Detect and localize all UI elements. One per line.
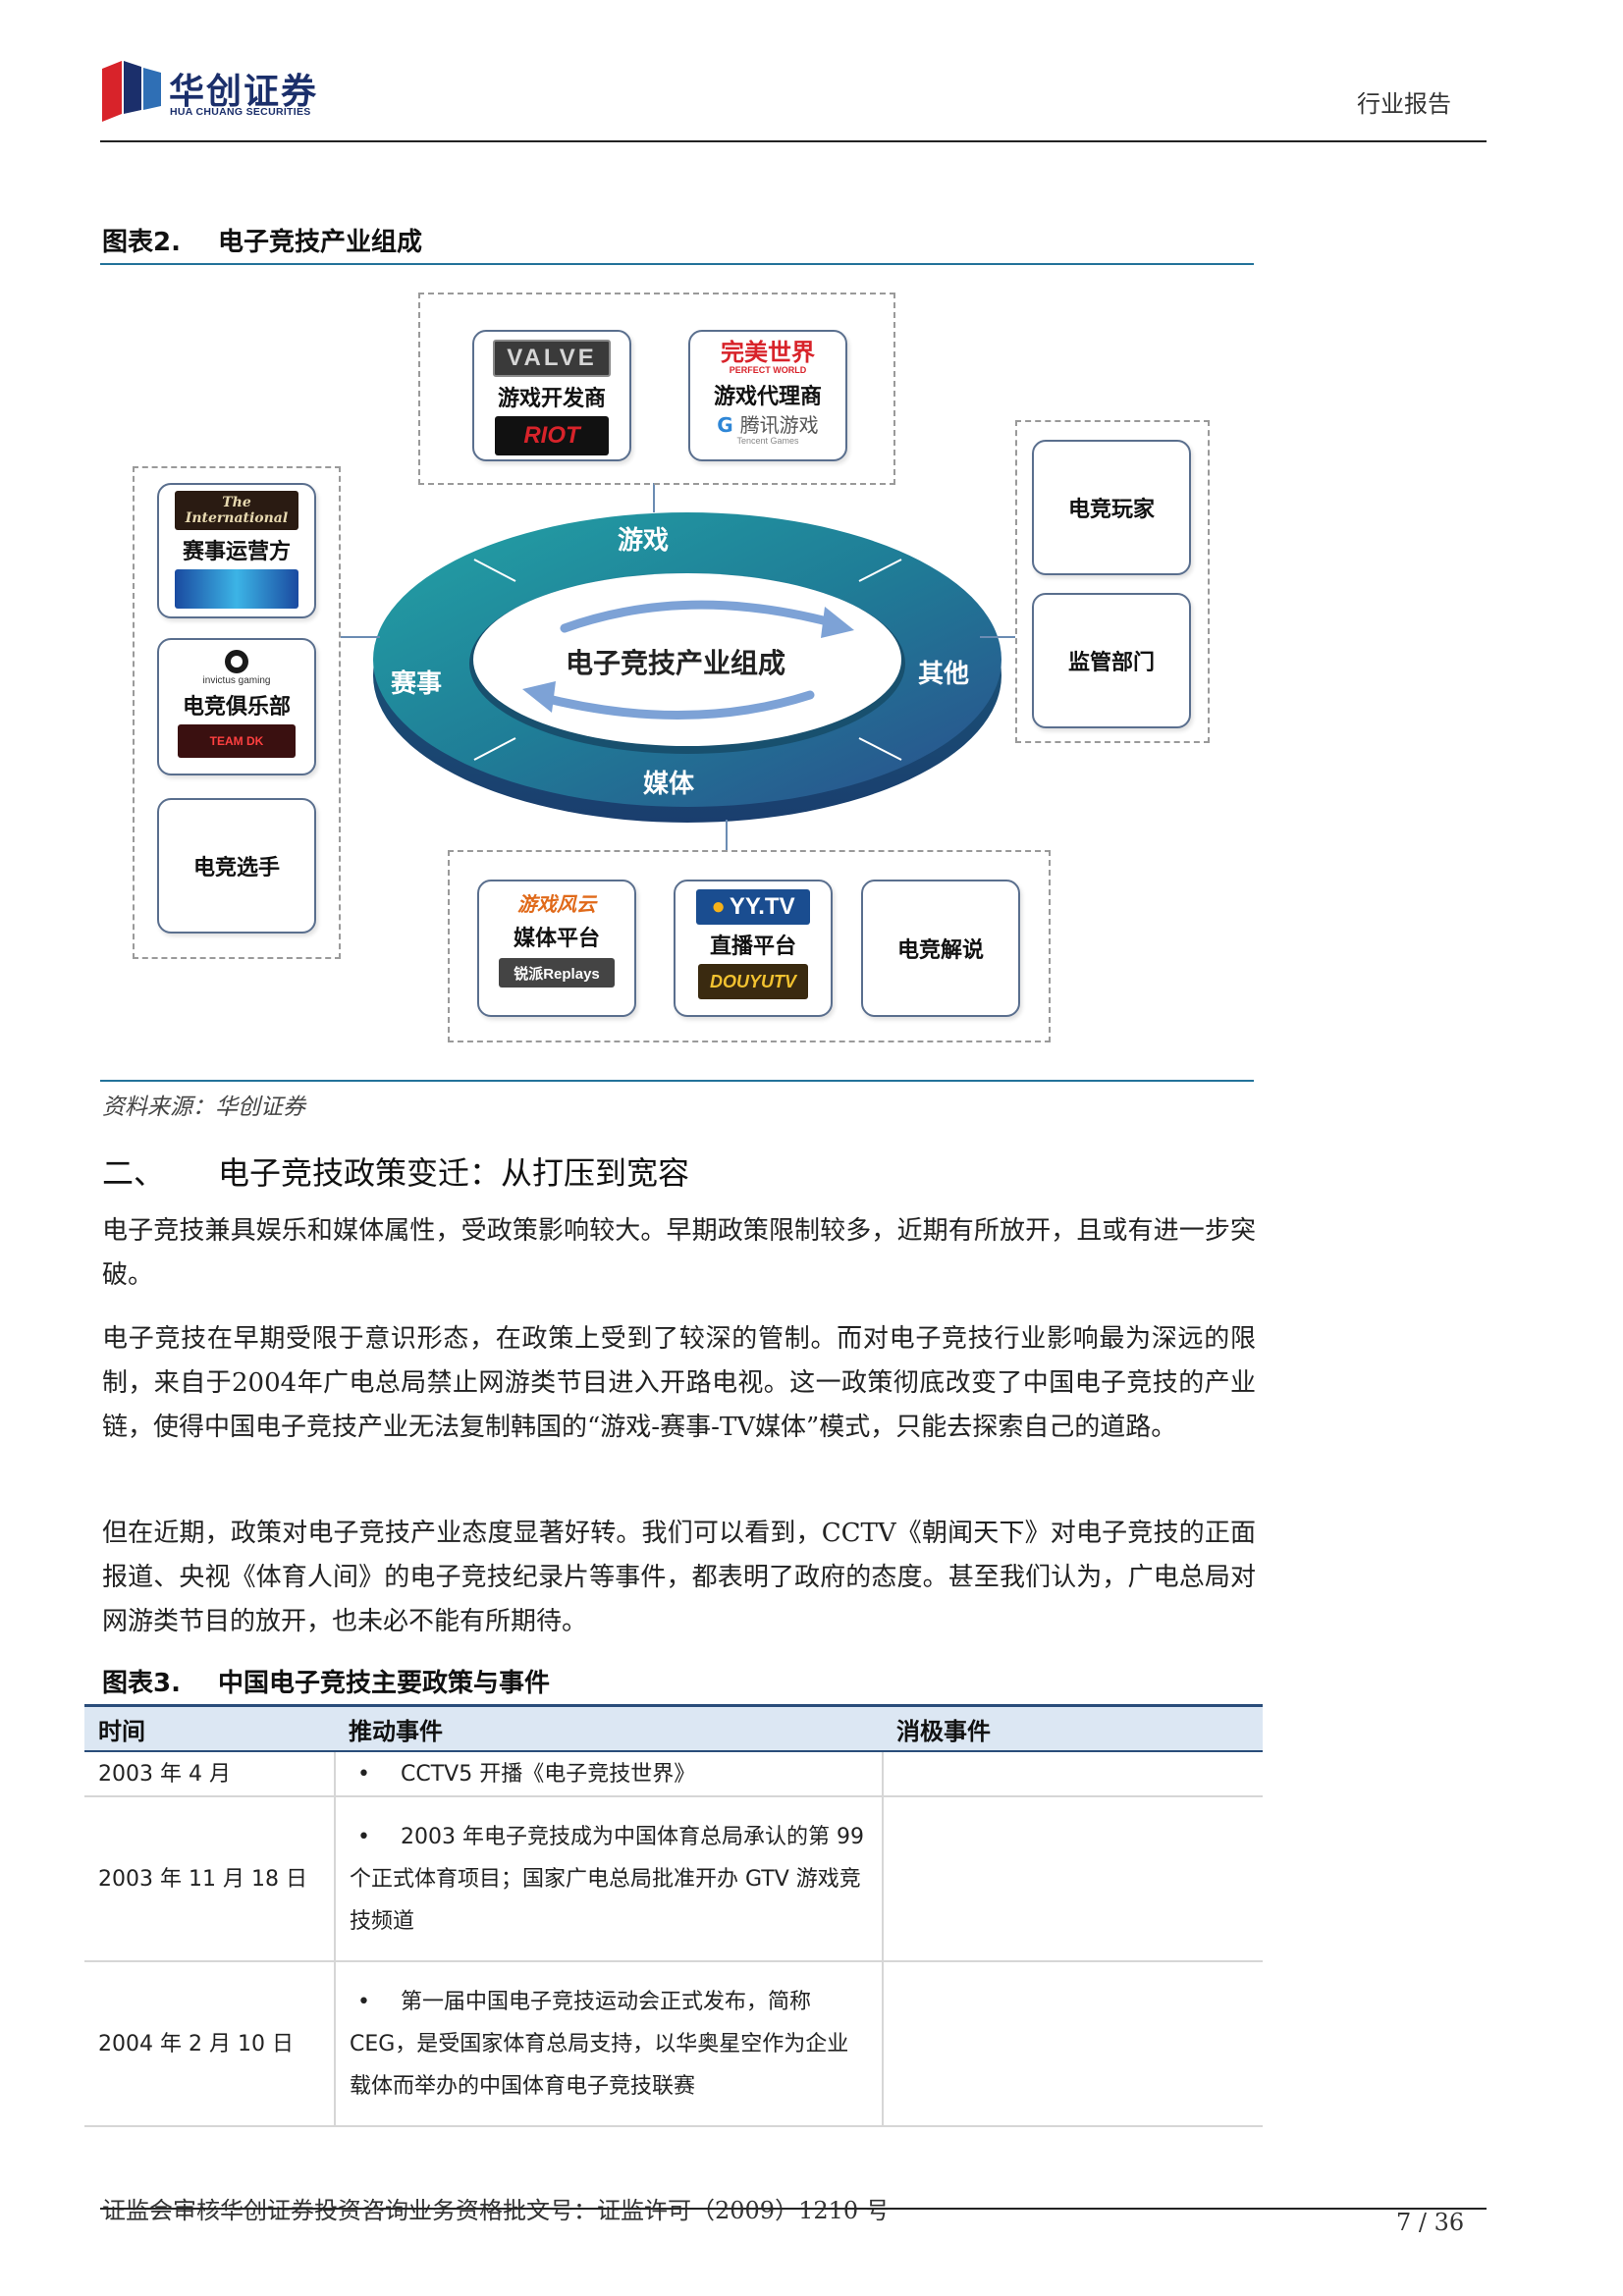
section2-number: 二、 — [102, 1154, 166, 1192]
esports-player-label: 电竞选手 — [192, 856, 280, 881]
cell-positive-text: CCTV5 开播《电子竞技世界》 — [401, 1761, 696, 1787]
column-header-positive: 推动事件 — [335, 1704, 883, 1752]
yytv-logo-text: YY.TV — [729, 893, 795, 920]
invictus-gaming-logo-text: invictus gaming — [202, 675, 271, 686]
event-operator-label: 赛事运营方 — [182, 540, 291, 564]
invictus-gaming-logo-icon — [225, 650, 248, 673]
game-developer-card: VALVE 游戏开发商 RIOT — [472, 330, 631, 461]
column-header-date: 时间 — [84, 1704, 335, 1752]
esports-gamer-label: 电竞玩家 — [1067, 498, 1155, 522]
company-logo-subtext: HUA CHUANG SECURITIES — [170, 106, 311, 118]
table-row: 2003 年 4 月 • CCTV5 开播《电子竞技世界》 — [84, 1751, 1263, 1797]
header-divider — [100, 140, 1487, 142]
cell-positive-text: 第一届中国电子竞技运动会正式发布，简称 CEG，是受国家体育总局支持，以华奥星空… — [350, 1989, 849, 2099]
cell-negative — [883, 1961, 1263, 2127]
paragraph: 电子竞技兼具娱乐和媒体属性，受政策影响较大。早期政策限制较多，近期有所放开，且或… — [102, 1216, 1256, 1290]
ring-segment-other: 其他 — [918, 660, 970, 689]
cell-date: 2003 年 11 月 18 日 — [84, 1796, 336, 1962]
connector-bottom — [726, 820, 728, 852]
page-number: 7 / 36 — [1396, 2209, 1465, 2236]
game-developer-label: 游戏开发商 — [497, 387, 606, 411]
esports-gamer-card: 电竞玩家 — [1032, 440, 1191, 575]
game-publisher-card: 完美世界 PERFECT WORLD 游戏代理商 G 腾讯游戏 Tencent … — [688, 330, 847, 461]
commentator-label: 电竞解说 — [896, 938, 984, 963]
connector-left — [341, 636, 380, 638]
commentator-card: 电竞解说 — [861, 880, 1020, 1017]
riot-logo-icon: RIOT — [495, 416, 609, 455]
media-platform-label: 媒体平台 — [513, 927, 600, 951]
report-type-label: 行业报告 — [1357, 90, 1451, 118]
figure2-title: 电子竞技产业组成 — [218, 228, 423, 257]
cell-negative — [883, 1751, 1263, 1797]
paragraph: 但在近期，政策对电子竞技产业态度显著好转。我们可以看到，CCTV《朝闻天下》对电… — [102, 1519, 1256, 1636]
ring-segment-event: 赛事 — [391, 669, 443, 699]
regulator-card: 监管部门 — [1032, 593, 1191, 728]
esports-club-card: invictus gaming 电竞俱乐部 TEAM DK — [157, 638, 316, 775]
figure2-number: 图表2. — [102, 228, 181, 257]
figure2-bottom-rule — [100, 1080, 1254, 1082]
section2-title: 电子竞技政策变迁：从打压到宽容 — [218, 1154, 690, 1192]
streaming-platform-card: ● YY.TV 直播平台 DOUYUTV — [674, 880, 833, 1017]
figure2-source: 资料来源：华创证券 — [102, 1095, 305, 1120]
tencent-games-logo-subtext: Tencent Games — [736, 436, 799, 446]
game-publisher-label: 游戏代理商 — [713, 385, 822, 409]
event-operator-card: The International 赛事运营方 — [157, 483, 316, 618]
ring-center-label: 电子竞技产业组成 — [566, 647, 786, 679]
esports-player-card: 电竞选手 — [157, 798, 316, 934]
figure3-number: 图表3. — [102, 1669, 181, 1698]
paragraph: 电子竞技在早期受限于意识形态，在政策上受到了较深的管制。而对电子竞技行业影响最为… — [102, 1324, 1256, 1442]
bullet-icon: • — [357, 1761, 370, 1787]
table-row: 2003 年 11 月 18 日 • 2003 年电子竞技成为中国体育总局承认的第… — [84, 1796, 1263, 1962]
gamefy-logo-icon: 游戏风云 — [517, 892, 596, 916]
section2-heading: 二、 电子竞技政策变迁：从打压到宽容 — [102, 1148, 689, 1194]
connector-top — [653, 483, 655, 512]
table-row: 2004 年 2 月 10 日 • 第一届中国电子竞技运动会正式发布，简称 CEG… — [84, 1961, 1263, 2127]
replays-logo-icon: 锐派Replays — [499, 958, 615, 988]
valve-logo-icon: VALVE — [493, 340, 611, 377]
table-header-row: 时间 推动事件 消极事件 — [84, 1704, 1263, 1752]
cell-negative — [883, 1796, 1263, 1962]
cell-date: 2004 年 2 月 10 日 — [84, 1961, 336, 2127]
douyu-logo-icon: DOUYUTV — [698, 964, 808, 999]
figure3-caption: 图表3. 中国电子竞技主要政策与事件 — [102, 1663, 550, 1699]
esports-club-label: 电竞俱乐部 — [182, 695, 291, 720]
the-international-logo-icon: The International — [175, 491, 298, 530]
event-stage-image — [175, 569, 298, 609]
figure2-top-rule — [100, 263, 1254, 265]
yytv-logo-icon: ● YY.TV — [696, 889, 810, 925]
ring-segment-game: 游戏 — [618, 526, 670, 556]
perfect-world-logo-subtext: PERFECT WORLD — [729, 365, 807, 375]
bullet-icon: • — [357, 1989, 370, 2014]
cell-date: 2003 年 4 月 — [84, 1751, 336, 1797]
cell-positive: • CCTV5 开播《电子竞技世界》 — [335, 1751, 884, 1797]
cell-positive: • 第一届中国电子竞技运动会正式发布，简称 CEG，是受国家体育总局支持，以华奥星… — [335, 1961, 884, 2127]
footer-divider — [100, 2208, 1487, 2210]
regulator-label: 监管部门 — [1067, 651, 1155, 675]
streaming-platform-label: 直播平台 — [709, 934, 796, 959]
company-logo-icon — [102, 61, 161, 122]
perfect-world-logo-icon: 完美世界 — [721, 339, 815, 366]
cell-positive: • 2003 年电子竞技成为中国体育总局承认的第 99 个正式体育项目；国家广电总… — [335, 1796, 884, 1962]
tencent-games-logo-text: 腾讯游戏 — [739, 413, 819, 437]
bullet-icon: • — [357, 1824, 370, 1849]
media-platform-card: 游戏风云 媒体平台 锐派Replays — [477, 880, 636, 1017]
tencent-games-logo-icon: G 腾讯游戏 — [717, 413, 819, 437]
figure2-caption: 图表2. 电子竞技产业组成 — [102, 222, 422, 258]
policy-events-table: 时间 推动事件 消极事件 2003 年 4 月 • CCTV5 开播《电子竞技世界… — [84, 1704, 1263, 2127]
column-header-negative: 消极事件 — [883, 1704, 1263, 1752]
connector-right — [980, 636, 1015, 638]
figure3-title: 中国电子竞技主要政策与事件 — [218, 1669, 551, 1698]
team-dk-logo-icon: TEAM DK — [178, 724, 296, 758]
cell-positive-text: 2003 年电子竞技成为中国体育总局承认的第 99 个正式体育项目；国家广电总局… — [350, 1824, 864, 1934]
ring-segment-media: 媒体 — [643, 770, 695, 799]
